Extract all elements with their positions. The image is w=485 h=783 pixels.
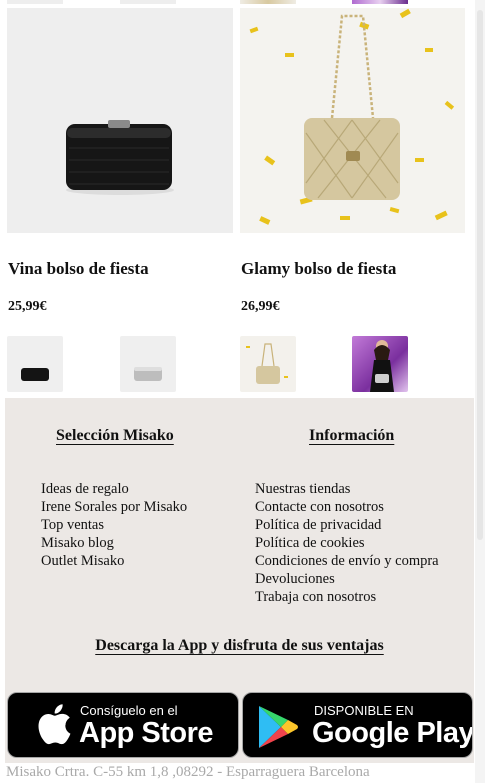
apple-icon [36, 703, 72, 750]
product-name[interactable]: Vina bolso de fiesta [8, 259, 233, 279]
page-scrollbar[interactable] [475, 0, 485, 783]
product-thumbnails [7, 336, 233, 392]
google-play-big-text: Google Play [312, 717, 473, 749]
footer-link[interactable]: Nuestras tiendas [255, 480, 439, 498]
footer-link[interactable]: Top ventas [41, 516, 187, 534]
product-thumbnails [240, 336, 465, 392]
app-download-title: Descarga la App y disfruta de sus ventaj… [95, 637, 384, 654]
thumbnail-silver[interactable] [120, 336, 176, 392]
google-play-badge[interactable]: DISPONIBLE EN Google Play [242, 692, 473, 758]
footer-link[interactable]: Política de cookies [255, 534, 439, 552]
google-play-icon [257, 704, 299, 755]
thumbnail-gold[interactable] [240, 336, 296, 392]
product-price: 26,99€ [241, 299, 280, 314]
footer-title-informacion: Información [309, 427, 395, 444]
footer-link[interactable]: Irene Sorales por Misako [41, 498, 187, 516]
footer-link[interactable]: Ideas de regalo [41, 480, 187, 498]
product-image-glamy[interactable] [240, 8, 465, 233]
prev-row-thumb[interactable] [7, 0, 63, 4]
product-card[interactable]: Vina bolso de fiesta 25,99€ [7, 8, 233, 392]
google-play-small-text: DISPONIBLE EN [314, 703, 414, 718]
footer-link[interactable]: Contacte con nosotros [255, 498, 439, 516]
footer-link[interactable]: Outlet Misako [41, 552, 187, 570]
app-store-big-text: App Store [79, 717, 214, 749]
footer-link[interactable]: Política de privacidad [255, 516, 439, 534]
prev-row-thumb[interactable] [352, 0, 408, 4]
product-card[interactable]: Glamy bolso de fiesta 26,99€ [240, 8, 465, 392]
app-store-badge[interactable]: Consíguelo en el App Store [7, 692, 239, 758]
prev-row-thumb[interactable] [120, 0, 176, 4]
footer-link[interactable]: Devoluciones [255, 570, 439, 588]
thumbnail-black[interactable] [7, 336, 63, 392]
thumbnail-model[interactable] [352, 336, 408, 392]
footer-links-seleccion: Ideas de regalo Irene Sorales por Misako… [41, 480, 187, 570]
prev-row-thumb[interactable] [240, 0, 296, 4]
footer-link[interactable]: Condiciones de envío y compra [255, 552, 439, 570]
product-price: 25,99€ [8, 299, 47, 314]
product-name[interactable]: Glamy bolso de fiesta [241, 259, 465, 279]
footer-title-seleccion: Selección Misako [56, 427, 174, 444]
scrollbar-thumb[interactable] [477, 10, 483, 540]
footer-link[interactable]: Trabaja con nosotros [255, 588, 439, 606]
product-image-vina[interactable] [7, 8, 233, 233]
footer-link[interactable]: Misako blog [41, 534, 187, 552]
site-footer: Selección Misako Ideas de regalo Irene S… [5, 398, 474, 763]
company-address: Misako Crtra. C-55 km 1,8 ,08292 - Espar… [6, 764, 370, 780]
footer-links-informacion: Nuestras tiendas Contacte con nosotros P… [255, 480, 439, 606]
app-store-small-text: Consíguelo en el [80, 703, 178, 718]
